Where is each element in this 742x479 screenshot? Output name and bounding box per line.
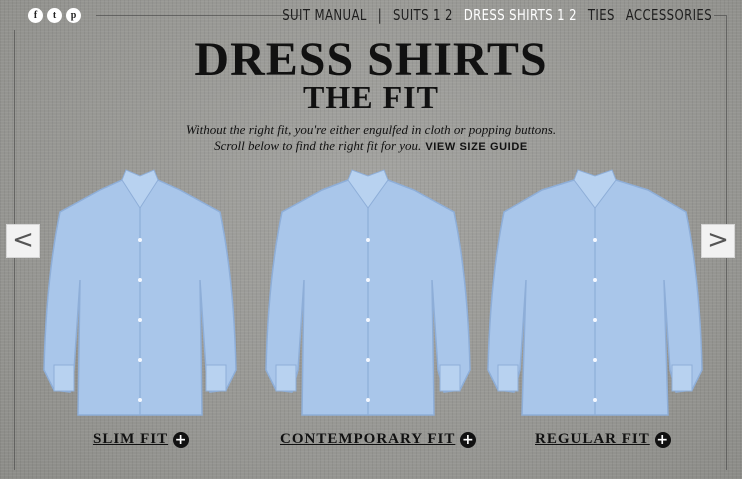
twitter-icon[interactable]: t (47, 8, 62, 23)
plus-icon[interactable]: + (654, 431, 671, 448)
regular-fit-shirt-image[interactable] (480, 160, 710, 422)
page-subtitle: THE FIT (303, 79, 439, 115)
nav-suits[interactable]: SUITS 1 2 (393, 6, 453, 24)
fit-label-text: CONTEMPORARY FIT (280, 431, 456, 447)
plus-icon[interactable]: + (460, 431, 477, 448)
pinterest-icon[interactable]: p (66, 8, 81, 23)
contemporary-fit-link[interactable]: CONTEMPORARY FIT + (280, 431, 477, 448)
regular-fit-link[interactable]: REGULAR FIT + (535, 431, 671, 448)
plus-icon[interactable]: + (173, 431, 190, 448)
nav-accessories[interactable]: ACCESSORIES (626, 6, 712, 24)
fit-label-text: REGULAR FIT (535, 431, 650, 447)
slim-fit-link[interactable]: SLIM FIT + (93, 431, 190, 448)
intro-text-line2: Scroll below to find the right fit for y… (0, 138, 742, 154)
contemporary-fit-shirt-image[interactable] (256, 160, 480, 422)
fit-label-text: SLIM FIT (93, 431, 169, 447)
intro-text-line2-copy: Scroll below to find the right fit for y… (214, 138, 422, 153)
slim-fit-shirt-image[interactable] (30, 160, 250, 422)
frame-line (714, 15, 726, 16)
view-size-guide-link[interactable]: VIEW SIZE GUIDE (425, 141, 528, 153)
nav-ties[interactable]: TIES (588, 6, 615, 24)
nav-dress-shirts[interactable]: DRESS SHIRTS 1 2 (464, 6, 577, 24)
shirt-illustration (43, 169, 237, 416)
frame-line (96, 15, 300, 16)
shirt-illustration (487, 169, 703, 416)
social-links: f t p (28, 8, 81, 23)
nav-separator: | (377, 6, 382, 24)
top-nav: SUIT MANUAL | SUITS 1 2 DRESS SHIRTS 1 2… (271, 6, 712, 24)
page-title: DRESS SHIRTS (194, 33, 548, 86)
intro-text-line1: Without the right fit, you're either eng… (185, 122, 557, 137)
shirt-illustration (265, 169, 471, 416)
facebook-icon[interactable]: f (28, 8, 43, 23)
nav-suit-manual[interactable]: SUIT MANUAL (282, 6, 367, 24)
